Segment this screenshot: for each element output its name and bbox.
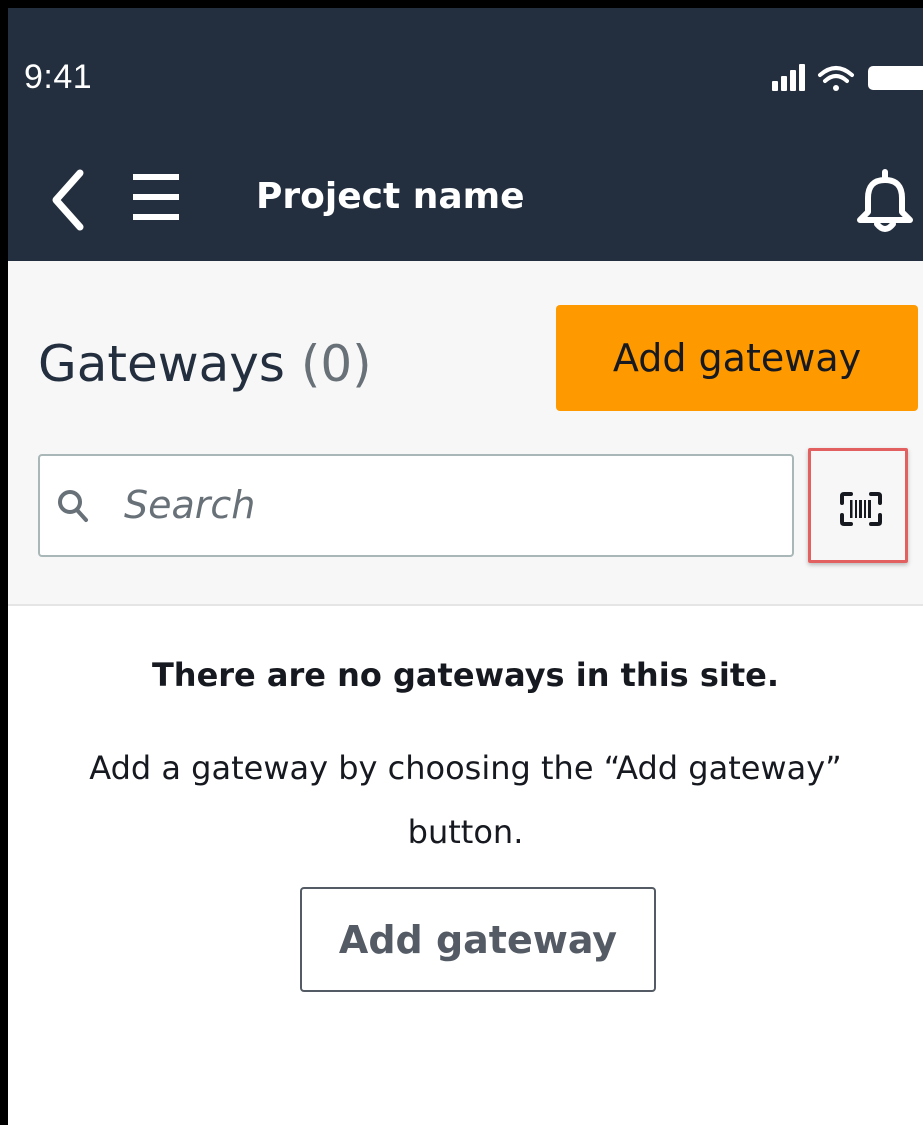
empty-state-message: Add a gateway by choosing the “Add gatew… — [89, 749, 842, 851]
gateways-header: Gateways (0) Add gateway — [8, 261, 923, 606]
bell-icon[interactable] — [848, 166, 923, 236]
gateway-count: (0) — [300, 335, 372, 393]
battery-icon — [868, 66, 923, 90]
project-title: Project name — [256, 176, 525, 217]
wifi-icon — [818, 66, 854, 91]
search-icon — [58, 490, 88, 522]
page-title-text: Gateways — [38, 335, 285, 393]
empty-state-heading: There are no gateways in this site. — [151, 656, 780, 694]
page-title: Gateways (0) — [38, 335, 372, 393]
barcode-scan-button[interactable] — [808, 448, 908, 563]
top-bar: 9:41 Project name — [8, 8, 923, 261]
empty-state-add-gateway-button[interactable]: Add gateway — [300, 887, 656, 992]
status-time: 9:41 — [24, 58, 93, 96]
hamburger-menu-icon[interactable] — [131, 171, 181, 223]
status-icons — [772, 64, 923, 91]
signal-icon — [772, 64, 805, 91]
search-box — [38, 454, 794, 557]
search-input[interactable] — [124, 472, 764, 538]
barcode-scan-icon — [840, 492, 882, 526]
app-screen: 9:41 Project name Gateways (0) Add gatew… — [8, 8, 923, 1125]
add-gateway-button[interactable]: Add gateway — [556, 305, 918, 411]
chevron-left-icon[interactable] — [48, 165, 88, 235]
